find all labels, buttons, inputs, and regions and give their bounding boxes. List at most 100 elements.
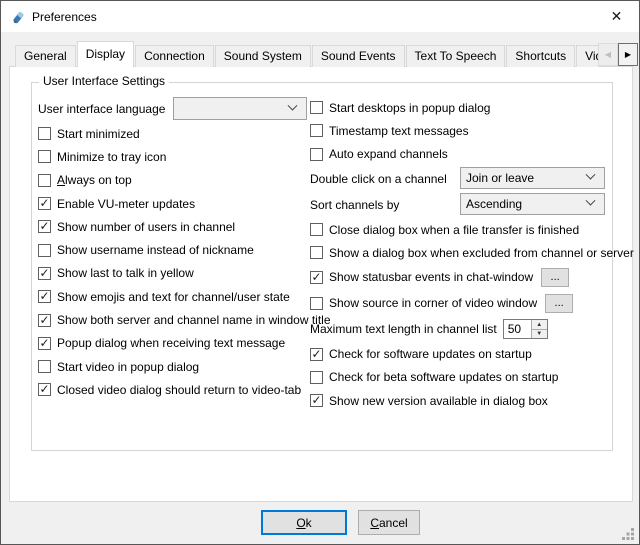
more-button-show-source-in-corner-of-video-window[interactable]: ... [545,294,573,313]
combo-selected-value: Join or leave [461,171,587,185]
right-row-check-for-beta-software-updates-on-startup: Check for beta software updates on start… [310,366,630,389]
right-row-start-desktops-in-popup-dialog: Start desktops in popup dialog [310,96,630,119]
checkbox-start-minimized[interactable] [38,127,51,140]
checkbox-show-both-server-and-channel-name-in-windo[interactable]: ✓ [38,314,51,327]
label-show-statusbar-events-in-chat-window[interactable]: Show statusbar events in chat-window [329,270,533,284]
tab-connection[interactable]: Connection [135,45,214,67]
label-show-source-in-corner-of-video-window[interactable]: Show source in corner of video window [329,296,537,310]
window-title: Preferences [32,10,97,24]
chevron-down-icon [586,196,596,206]
checkbox-enable-vu-meter-updates[interactable]: ✓ [38,197,51,210]
left-row-show-last-to-talk-in-yellow: ✓ Show last to talk in yellow [38,262,310,285]
checkbox-check-for-beta-software-updates-on-startup[interactable] [310,371,323,384]
chevron-down-icon [288,101,298,111]
left-row-minimize-to-tray-icon: Minimize to tray icon [38,145,310,168]
checkbox-show-last-to-talk-in-yellow[interactable]: ✓ [38,267,51,280]
tab-shortcuts[interactable]: Shortcuts [506,45,575,67]
label-popup-dialog-when-receiving-text-message[interactable]: Popup dialog when receiving text message [57,336,285,350]
spin-value: 50 [504,320,531,338]
teamtalk-app-icon [10,9,26,25]
right-row-close-dialog-box-when-a-file-transfer-is-f: Close dialog box when a file transfer is… [310,218,630,241]
spin-up-icon[interactable]: ▲ [532,320,547,330]
left-row-always-on-top: Always on top [38,169,310,192]
combo-double-click-on-a-channel[interactable]: Join or leave [460,167,605,189]
right-row-show-statusbar-events-in-chat-window: ✓ Show statusbar events in chat-window... [310,264,630,290]
checkbox-show-new-version-available-in-dialog-box[interactable]: ✓ [310,394,323,407]
right-row-timestamp-text-messages: Timestamp text messages [310,119,630,142]
chevron-down-icon [586,170,596,180]
checkbox-check-for-software-updates-on-startup[interactable]: ✓ [310,348,323,361]
label-check-for-software-updates-on-startup[interactable]: Check for software updates on startup [329,347,532,361]
label-show-a-dialog-box-when-excluded-from-chann[interactable]: Show a dialog box when excluded from cha… [329,246,634,260]
more-button-show-statusbar-events-in-chat-window[interactable]: ... [541,268,569,287]
checkbox-timestamp-text-messages[interactable] [310,124,323,137]
tab-sound-system[interactable]: Sound System [215,45,311,67]
label-start-video-in-popup-dialog[interactable]: Start video in popup dialog [57,360,199,374]
label-show-last-to-talk-in-yellow[interactable]: Show last to talk in yellow [57,266,194,280]
label-show-both-server-and-channel-name-in-windo[interactable]: Show both server and channel name in win… [57,313,331,327]
cancel-button[interactable]: Cancel [358,510,420,535]
left-row-closed-video-dialog-should-return-to-video: ✓ Closed video dialog should return to vi… [38,378,310,401]
left-row-popup-dialog-when-receiving-text-message: ✓ Popup dialog when receiving text messag… [38,332,310,355]
options-column-left: User interface language Start minimized Mi… [38,96,310,402]
close-icon[interactable]: ✕ [594,1,639,31]
label-show-username-instead-of-nickname[interactable]: Show username instead of nickname [57,243,254,257]
checkbox-show-username-instead-of-nickname[interactable] [38,244,51,257]
checkbox-close-dialog-box-when-a-file-transfer-is-f[interactable] [310,223,323,236]
label-auto-expand-channels[interactable]: Auto expand channels [329,147,448,161]
label-start-minimized[interactable]: Start minimized [57,127,140,141]
spinbox-maximum-text-length-in-channel-list[interactable]: 50▲▼ [503,319,548,339]
checkbox-start-desktops-in-popup-dialog[interactable] [310,101,323,114]
label-sort-channels-by: Sort channels by [310,198,399,212]
label-enable-vu-meter-updates[interactable]: Enable VU-meter updates [57,197,195,211]
label-start-desktops-in-popup-dialog[interactable]: Start desktops in popup dialog [329,101,490,115]
tab-display[interactable]: Display [77,41,134,67]
checkbox-show-source-in-corner-of-video-window[interactable] [310,297,323,310]
label-close-dialog-box-when-a-file-transfer-is-f[interactable]: Close dialog box when a file transfer is… [329,223,579,237]
combo-user-interface-language[interactable] [173,97,307,120]
right-row-sort-channels-by: Sort channels by Ascending [310,192,630,218]
label-check-for-beta-software-updates-on-startup[interactable]: Check for beta software updates on start… [329,370,558,384]
tab-scroll-right-icon[interactable]: ▶ [618,43,638,66]
checkbox-popup-dialog-when-receiving-text-message[interactable]: ✓ [38,337,51,350]
preferences-window: Preferences ✕ GeneralDisplayConnectionSo… [0,0,640,545]
tab-scroll-buttons: ◀ ▶ [598,43,638,66]
right-row-show-a-dialog-box-when-excluded-from-chann: Show a dialog box when excluded from cha… [310,241,630,264]
right-row-double-click-on-a-channel: Double click on a channel Join or leave [310,166,630,192]
tab-sound-events[interactable]: Sound Events [312,45,405,67]
tab-video[interactable]: Video [576,45,598,67]
left-row-show-both-server-and-channel-name-in-windo: ✓Show both server and channel name in wi… [38,308,310,331]
checkbox-show-a-dialog-box-when-excluded-from-chann[interactable] [310,246,323,259]
checkbox-always-on-top[interactable] [38,174,51,187]
checkbox-start-video-in-popup-dialog[interactable] [38,360,51,373]
options-column-right: Start desktops in popup dialog Timestamp … [310,96,630,412]
right-row-check-for-software-updates-on-startup: ✓ Check for software updates on startup [310,342,630,365]
label-show-number-of-users-in-channel[interactable]: Show number of users in channel [57,220,235,234]
tab-text-to-speech[interactable]: Text To Speech [406,45,506,67]
label-timestamp-text-messages[interactable]: Timestamp text messages [329,124,469,138]
right-row-show-new-version-available-in-dialog-box: ✓ Show new version available in dialog bo… [310,389,630,412]
checkbox-show-number-of-users-in-channel[interactable]: ✓ [38,220,51,233]
label-always-on-top[interactable]: Always on top [57,173,132,187]
checkbox-show-emojis-and-text-for-channel-user-stat[interactable]: ✓ [38,290,51,303]
checkbox-auto-expand-channels[interactable] [310,148,323,161]
group-legend: User Interface Settings [39,74,169,88]
label-closed-video-dialog-should-return-to-video[interactable]: Closed video dialog should return to vid… [57,383,301,397]
left-row-show-number-of-users-in-channel: ✓ Show number of users in channel [38,215,310,238]
tab-general[interactable]: General [15,45,76,67]
tab-strip: GeneralDisplayConnectionSound SystemSoun… [15,41,598,67]
label-double-click-on-a-channel: Double click on a channel [310,172,447,186]
checkbox-minimize-to-tray-icon[interactable] [38,150,51,163]
checkbox-closed-video-dialog-should-return-to-video[interactable]: ✓ [38,383,51,396]
left-row-user-interface-language: User interface language [38,96,310,122]
ok-button[interactable]: Ok [261,510,347,535]
label-show-emojis-and-text-for-channel-user-stat[interactable]: Show emojis and text for channel/user st… [57,290,290,304]
spin-down-icon[interactable]: ▼ [532,330,547,339]
left-row-show-username-instead-of-nickname: Show username instead of nickname [38,238,310,261]
combo-sort-channels-by[interactable]: Ascending [460,193,605,215]
label-minimize-to-tray-icon[interactable]: Minimize to tray icon [57,150,166,164]
left-row-start-minimized: Start minimized [38,122,310,145]
label-show-new-version-available-in-dialog-box[interactable]: Show new version available in dialog box [329,394,548,408]
checkbox-show-statusbar-events-in-chat-window[interactable]: ✓ [310,271,323,284]
resize-grip[interactable] [622,527,635,540]
